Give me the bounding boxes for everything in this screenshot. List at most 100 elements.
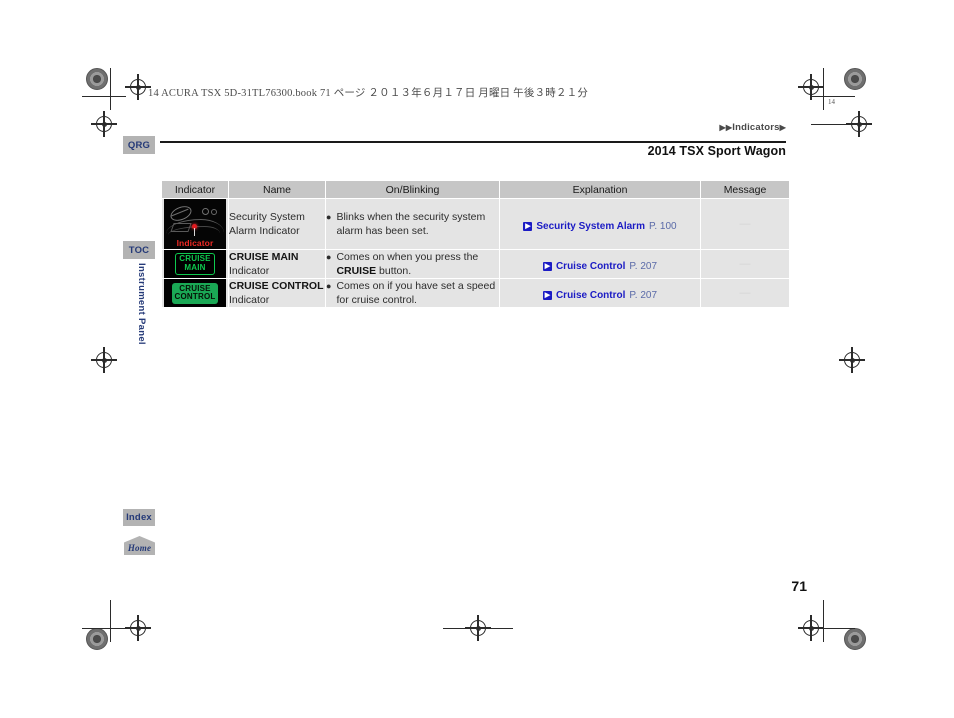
- crop-target-left-middle: [91, 347, 117, 373]
- crop-line-bl-h: [82, 628, 126, 630]
- link-arrow-icon: ▶: [523, 222, 533, 231]
- crop-target-bottom-left: [125, 615, 151, 641]
- header-rule: [160, 141, 786, 143]
- column-header-onblinking: On/Blinking: [326, 181, 499, 198]
- crop-target-right-middle: [839, 347, 865, 373]
- onblinking-bold: CRUISE: [336, 265, 377, 277]
- name-line-1: Indicator: [229, 294, 270, 306]
- link-page-ref: P. 207: [629, 290, 658, 301]
- registration-dot-bottom-left: [86, 628, 108, 650]
- indicators-table: Indicator Name On/Blinking Explanation M…: [161, 180, 790, 308]
- onblinking-line-2: for cruise control.: [336, 294, 417, 306]
- explanation-cell: ▶ Security System Alarm P. 100: [500, 199, 700, 249]
- cross-reference-link[interactable]: ▶ Cruise Control P. 207: [542, 261, 658, 272]
- link-page-ref: P. 100: [648, 221, 677, 232]
- link-label: Security System Alarm: [536, 221, 645, 232]
- crop-line-bc-h: [443, 628, 513, 630]
- cross-reference-link[interactable]: ▶ Security System Alarm P. 100: [523, 221, 677, 232]
- indicator-icon-cell: Indicator: [162, 199, 228, 249]
- onblinking-text: Blinks when the security system alarm ha…: [336, 210, 485, 238]
- link-label: Cruise Control: [555, 290, 626, 301]
- indicators-table-wrapper: Indicator Name On/Blinking Explanation M…: [161, 180, 789, 308]
- link-arrow-icon: ▶: [542, 262, 552, 271]
- cruise-control-indicator-icon: CRUISE CONTROL: [164, 279, 226, 307]
- breadcrumb: ▶▶Indicators▶: [720, 122, 786, 133]
- name-cell: Security System Alarm Indicator: [229, 199, 325, 249]
- onblinking-text: Comes on if you have set a speed for cru…: [336, 279, 495, 307]
- column-header-name: Name: [229, 181, 325, 198]
- bullet-icon: ●: [326, 212, 332, 222]
- name-strong: CRUISE CONTROL: [229, 280, 324, 292]
- cross-reference-link[interactable]: ▶ Cruise Control P. 207: [542, 290, 658, 301]
- indicator-icon-cell: CRUISE CONTROL: [162, 279, 228, 307]
- bullet-icon: ●: [326, 252, 332, 262]
- onblinking-cell: ● Comes on if you have set a speed for c…: [326, 279, 499, 307]
- onblinking-line-2: alarm has been set.: [336, 225, 429, 237]
- onblinking-cell: ● Blinks when the security system alarm …: [326, 199, 499, 249]
- home-button[interactable]: Home: [124, 536, 155, 555]
- page-title: 2014 TSX Sport Wagon: [647, 144, 786, 158]
- book-header-line: 14 ACURA TSX 5D-31TL76300.book 71 ページ ２０…: [148, 88, 589, 99]
- name-cell: CRUISE MAIN Indicator: [229, 250, 325, 278]
- crop-line-r-h: [811, 124, 855, 126]
- onblinking-line-1: Comes on when you press the: [336, 251, 479, 263]
- link-label: Cruise Control: [555, 261, 626, 272]
- crop-line-bl-v: [110, 600, 112, 642]
- explanation-cell: ▶ Cruise Control P. 207: [500, 250, 700, 278]
- column-header-message: Message: [701, 181, 789, 198]
- sidebar-item-toc-label: TOC: [128, 244, 150, 256]
- registration-dot-top-right: [844, 68, 866, 90]
- message-cell: —: [701, 199, 789, 249]
- breadcrumb-label: Indicators: [732, 122, 780, 133]
- name-cell: CRUISE CONTROL Indicator: [229, 279, 325, 307]
- crop-line-tr-v: [823, 68, 825, 110]
- table-row: CRUISE CONTROL CRUISE CONTROL Indicator …: [162, 279, 789, 307]
- message-cell: —: [701, 250, 789, 278]
- name-line-1: Security System: [229, 211, 305, 223]
- table-row: CRUISE MAIN CRUISE MAIN Indicator ● Come…: [162, 250, 789, 278]
- link-page-ref: P. 207: [629, 261, 658, 272]
- sidebar-item-qrg-label: QRG: [127, 139, 151, 151]
- cruise-main-indicator-icon: CRUISE MAIN: [164, 250, 226, 278]
- corner-mark-number: 14: [828, 98, 835, 106]
- registration-dot-top-left: [86, 68, 108, 90]
- bullet-icon: ●: [326, 281, 332, 291]
- table-header-row: Indicator Name On/Blinking Explanation M…: [162, 181, 789, 198]
- icon-caption: Indicator: [176, 238, 214, 248]
- page-number: 71: [791, 578, 807, 594]
- sidebar-item-toc[interactable]: TOC: [123, 241, 155, 259]
- onblinking-cell: ● Comes on when you press the CRUISE but…: [326, 250, 499, 278]
- manual-page: 14 14 ACURA TSX 5D-31TL76300.book 71 ページ…: [0, 0, 954, 718]
- crop-target-left-upper: [91, 111, 117, 137]
- breadcrumb-suffix-icon: ▶: [779, 123, 786, 132]
- name-line-1: Indicator: [229, 265, 270, 277]
- cruise-control-text-line-2: CONTROL: [174, 292, 216, 301]
- indicator-icon-cell: CRUISE MAIN: [162, 250, 228, 278]
- message-cell: —: [701, 279, 789, 307]
- crop-line-br-h: [811, 628, 855, 630]
- home-button-label: Home: [127, 543, 152, 553]
- breadcrumb-prefix-icon: ▶▶: [719, 123, 733, 132]
- crop-line-tl-h: [82, 96, 126, 98]
- onblinking-text: Comes on when you press the CRUISE butto…: [336, 250, 499, 278]
- crop-line-tl-v: [110, 68, 112, 110]
- sidebar-item-index-label: Index: [126, 512, 152, 523]
- sidebar-item-qrg[interactable]: QRG: [123, 136, 155, 154]
- table-row: Indicator Security System Alarm Indicato…: [162, 199, 789, 249]
- section-label: Instrument Panel: [136, 263, 147, 345]
- cruise-main-text-line-2: MAIN: [184, 262, 206, 272]
- crop-line-tr-h2: [822, 96, 848, 98]
- security-alarm-indicator-icon: Indicator: [164, 199, 226, 249]
- column-header-explanation: Explanation: [500, 181, 700, 198]
- onblinking-line-1: Comes on if you have set a speed: [336, 280, 496, 292]
- name-strong: CRUISE MAIN: [229, 251, 299, 263]
- column-header-indicator: Indicator: [162, 181, 228, 198]
- onblinking-line-1: Blinks when the security system: [336, 211, 486, 223]
- name-line-2: Alarm Indicator: [229, 225, 300, 237]
- registration-dot-bottom-right: [844, 628, 866, 650]
- crop-line-br-v: [823, 600, 825, 642]
- onblinking-line-2: button.: [376, 265, 412, 277]
- explanation-cell: ▶ Cruise Control P. 207: [500, 279, 700, 307]
- link-arrow-icon: ▶: [542, 291, 552, 300]
- sidebar-item-index[interactable]: Index: [123, 509, 155, 526]
